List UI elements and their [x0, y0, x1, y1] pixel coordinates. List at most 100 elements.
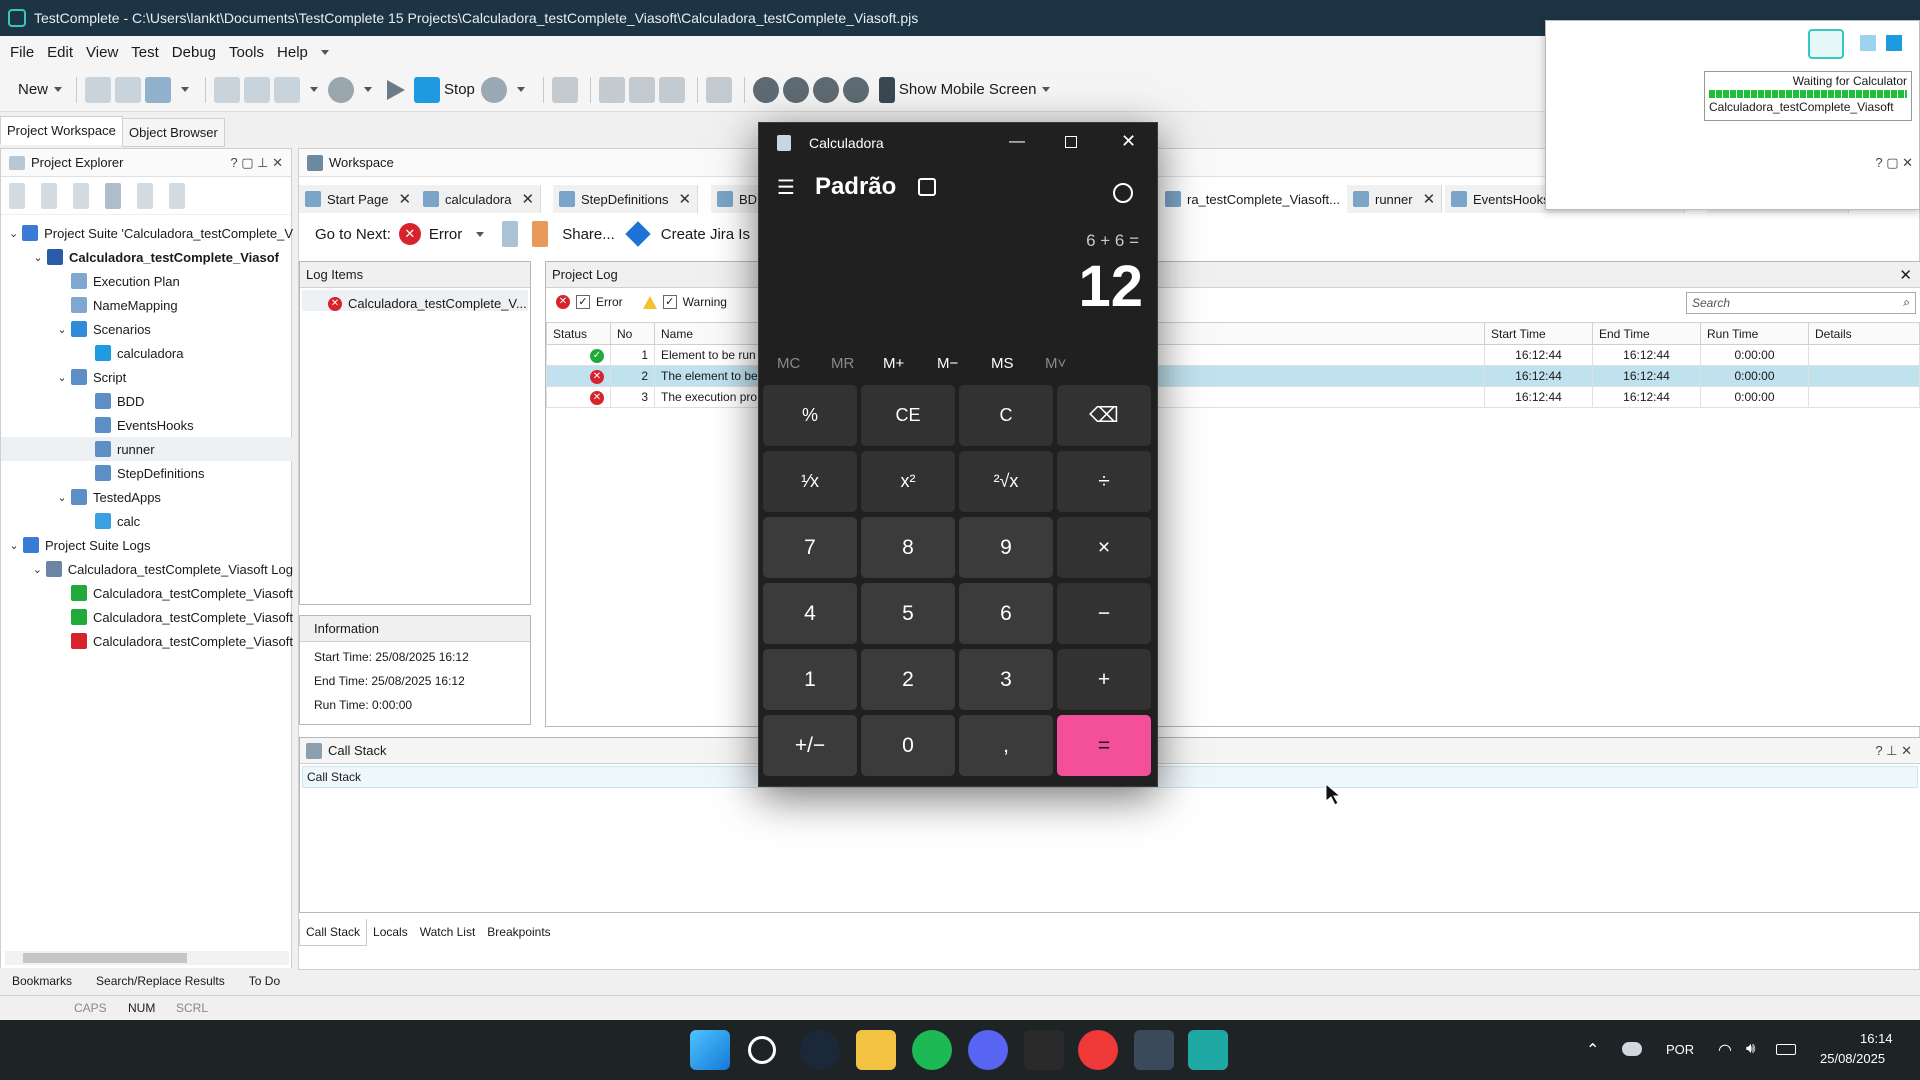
key-equals-button[interactable]: =: [1057, 715, 1151, 776]
gear-icon[interactable]: [274, 76, 301, 103]
checklist-icon[interactable]: [502, 221, 519, 247]
save-icon[interactable]: [145, 76, 172, 103]
open-folder-icon[interactable]: [85, 76, 112, 103]
tab-bookmarks[interactable]: Bookmarks: [0, 968, 84, 994]
memory-button[interactable]: M˅: [1045, 355, 1066, 372]
key-clear-entry-button[interactable]: CE: [861, 385, 955, 446]
menu-test[interactable]: Test: [131, 44, 159, 61]
tree-item[interactable]: Calculadora_testComplete_Viasoft: [1, 581, 293, 605]
add-file-icon[interactable]: [73, 182, 89, 209]
step-into-icon[interactable]: [598, 76, 625, 103]
tab-5[interactable]: runner ✕: [1347, 185, 1443, 213]
menu-help[interactable]: Help: [277, 44, 308, 61]
key-multiply-button[interactable]: ×: [1057, 517, 1151, 578]
tree-item[interactable]: ⌄ Project Suite Logs: [1, 533, 293, 557]
bug-clear-icon[interactable]: [812, 76, 839, 103]
bug-icon[interactable]: [752, 76, 779, 103]
key-divide-button[interactable]: ÷: [1057, 451, 1151, 512]
chevron-down-icon[interactable]: ⌄: [55, 371, 69, 384]
add-item-icon[interactable]: [214, 76, 241, 103]
search-icon[interactable]: [748, 1036, 776, 1064]
hamburger-menu-icon[interactable]: ☰: [777, 175, 795, 200]
tree-item[interactable]: Calculadora_testComplete_Viasoft: [1, 605, 293, 629]
volume-icon[interactable]: 🔊︎: [1746, 1040, 1755, 1057]
tab-to-do[interactable]: To Do: [237, 968, 292, 994]
search-input[interactable]: Search: [1686, 292, 1916, 314]
tree-item[interactable]: calculadora: [1, 341, 293, 365]
create-jira-issue-button[interactable]: Create Jira Is: [661, 226, 750, 243]
chevron-down-icon[interactable]: ⌄: [31, 563, 44, 576]
panel-controls[interactable]: ? ▢ ✕: [1875, 155, 1913, 171]
show-mobile-screen-button[interactable]: Show Mobile Screen: [878, 76, 1051, 103]
tree-item[interactable]: ⌄ Calculadora_testComplete_Viasof: [1, 245, 293, 269]
tree-item[interactable]: ⌄ Script: [1, 365, 293, 389]
menu-overflow-icon[interactable]: [320, 49, 329, 55]
key-three-button[interactable]: 3: [959, 649, 1053, 710]
col-start-time[interactable]: Start Time: [1484, 322, 1593, 345]
add-item-icon[interactable]: [41, 182, 57, 209]
pause-icon[interactable]: [1860, 35, 1876, 51]
epic-games-icon[interactable]: [1024, 1030, 1064, 1070]
chevron-down-icon[interactable]: ⌄: [55, 491, 69, 504]
stop-icon[interactable]: [1886, 35, 1902, 51]
key-minus-button[interactable]: −: [1057, 583, 1151, 644]
chevron-down-icon[interactable]: ⌄: [7, 539, 21, 552]
col-run-time[interactable]: Run Time: [1700, 322, 1809, 345]
memory-button[interactable]: M−: [937, 355, 958, 372]
key-decimal-button[interactable]: ,: [959, 715, 1053, 776]
tab-watch-list[interactable]: Watch List: [414, 919, 482, 946]
menu-tools[interactable]: Tools: [229, 44, 264, 61]
discord-icon[interactable]: [968, 1030, 1008, 1070]
chevron-down-icon[interactable]: ⌄: [55, 323, 69, 336]
panel-controls[interactable]: ? ▢ ⊥ ✕: [230, 155, 283, 171]
properties-icon[interactable]: [105, 182, 121, 209]
key-percent-button[interactable]: %: [763, 385, 857, 446]
run-options-icon[interactable]: [169, 182, 185, 209]
onedrive-icon[interactable]: [1622, 1042, 1642, 1056]
key-two-button[interactable]: 2: [861, 649, 955, 710]
table-row[interactable]: ✓ 1 Element to be run 16:12:44 16:12:44 0:00:…: [546, 344, 1920, 366]
tree-item[interactable]: ⌄ TestedApps: [1, 485, 293, 509]
file-explorer-icon[interactable]: [856, 1030, 896, 1070]
table-row[interactable]: ✕ 2 The element to be 16:12:44 16:12:44 0:00:…: [546, 365, 1920, 387]
tree-item[interactable]: EventsHooks: [1, 413, 293, 437]
tree-item[interactable]: StepDefinitions: [1, 461, 293, 485]
add-project-icon[interactable]: [9, 182, 25, 209]
bug-list-icon[interactable]: [842, 76, 869, 103]
run-item-icon[interactable]: [137, 182, 153, 209]
add-file-icon[interactable]: [244, 76, 271, 103]
calculator-icon[interactable]: [705, 76, 732, 103]
language-indicator[interactable]: POR: [1666, 1042, 1694, 1057]
step-out-icon[interactable]: [658, 76, 685, 103]
tab-0[interactable]: Start Page ✕: [299, 185, 419, 213]
battery-icon[interactable]: [1776, 1044, 1796, 1055]
maximize-icon[interactable]: [1065, 136, 1077, 148]
jira-icon[interactable]: [625, 221, 651, 247]
tab-call-stack[interactable]: Call Stack: [299, 919, 368, 946]
key-eight-button[interactable]: 8: [861, 517, 955, 578]
step-over-icon[interactable]: [628, 76, 655, 103]
stop-button[interactable]: Stop: [414, 76, 475, 103]
tab-project-workspace[interactable]: Project Workspace: [0, 116, 123, 145]
minimize-icon[interactable]: —: [1009, 133, 1025, 151]
chevron-down-icon[interactable]: ⌄: [7, 227, 20, 240]
tree-item[interactable]: runner: [1, 437, 293, 461]
error-checkbox[interactable]: ✓: [576, 295, 590, 309]
tab-object-browser[interactable]: Object Browser: [122, 118, 225, 147]
testcomplete-taskbar-icon[interactable]: [1188, 1030, 1228, 1070]
close-tab-icon[interactable]: ✕: [678, 190, 691, 208]
key-four-button[interactable]: 4: [763, 583, 857, 644]
pause-icon[interactable]: [551, 76, 578, 103]
new-button[interactable]: New: [18, 81, 63, 98]
share-button[interactable]: Share...: [562, 226, 615, 243]
key-six-button[interactable]: 6: [959, 583, 1053, 644]
chevron-down-icon[interactable]: [310, 87, 319, 92]
col-status[interactable]: Status: [546, 322, 611, 345]
horizontal-scrollbar[interactable]: [5, 951, 289, 965]
key-square-root-button[interactable]: ²√x: [959, 451, 1053, 512]
tab-2[interactable]: StepDefinitions ✕: [553, 185, 699, 213]
tree-item[interactable]: Calculadora_testComplete_Viasoft: [1, 629, 293, 653]
tray-chevron-icon[interactable]: ⌃: [1586, 1040, 1599, 1060]
close-tab-icon[interactable]: ✕: [398, 190, 411, 208]
tab-4[interactable]: ra_testComplete_Viasoft...✕: [1159, 185, 1370, 213]
